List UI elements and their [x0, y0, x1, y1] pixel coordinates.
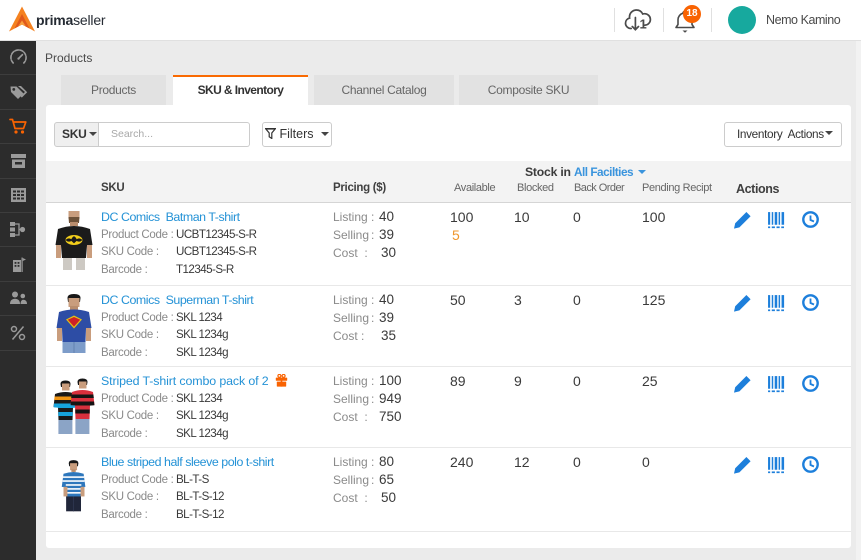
svg-text:1: 1 — [640, 17, 647, 32]
